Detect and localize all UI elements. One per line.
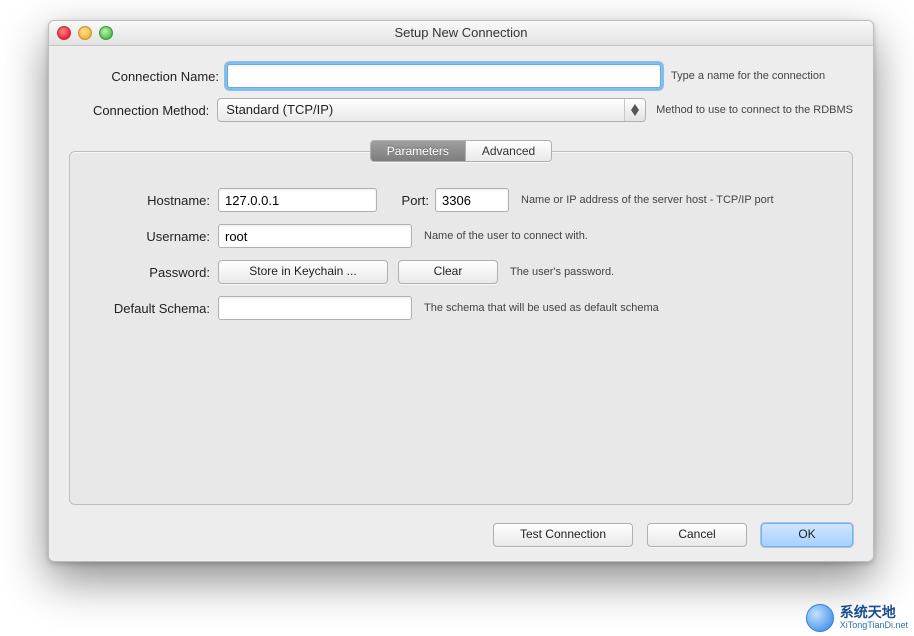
ok-button[interactable]: OK xyxy=(761,523,853,547)
cancel-button[interactable]: Cancel xyxy=(647,523,747,547)
connection-method-hint: Method to use to connect to the RDBMS xyxy=(646,104,853,116)
panel-body: Hostname: Port: Name or IP address of th… xyxy=(70,174,852,504)
traffic-lights xyxy=(57,26,113,40)
minimize-icon[interactable] xyxy=(78,26,92,40)
zoom-icon[interactable] xyxy=(99,26,113,40)
watermark: 系统天地 XiTongTianDi.net xyxy=(806,604,908,632)
store-in-keychain-button[interactable]: Store in Keychain ... xyxy=(218,260,388,284)
connection-name-hint: Type a name for the connection xyxy=(661,70,853,82)
default-schema-label: Default Schema: xyxy=(90,301,218,316)
top-form: Connection Name: Type a name for the con… xyxy=(49,46,873,140)
dialog-window: Setup New Connection Connection Name: Ty… xyxy=(48,20,874,562)
dialog-footer: Test Connection Cancel OK xyxy=(493,523,853,547)
updown-icon xyxy=(624,99,645,121)
hostname-hint: Name or IP address of the server host - … xyxy=(509,194,832,206)
tab-advanced[interactable]: Advanced xyxy=(465,141,551,161)
connection-name-input[interactable] xyxy=(227,64,661,88)
connection-method-select[interactable]: Standard (TCP/IP) xyxy=(217,98,646,122)
username-input[interactable] xyxy=(218,224,412,248)
default-schema-hint: The schema that will be used as default … xyxy=(412,302,832,314)
globe-icon xyxy=(806,604,834,632)
connection-method-value: Standard (TCP/IP) xyxy=(226,102,333,117)
connection-name-label: Connection Name: xyxy=(69,69,227,84)
password-label: Password: xyxy=(90,265,218,280)
username-label: Username: xyxy=(90,229,218,244)
username-hint: Name of the user to connect with. xyxy=(412,230,832,242)
titlebar: Setup New Connection xyxy=(49,21,873,46)
default-schema-input[interactable] xyxy=(218,296,412,320)
hostname-input[interactable] xyxy=(218,188,377,212)
port-input[interactable] xyxy=(435,188,509,212)
password-hint: The user's password. xyxy=(498,266,832,278)
port-label: Port: xyxy=(377,193,435,208)
parameters-panel: Parameters Advanced Hostname: Port: Name… xyxy=(69,151,853,505)
clear-password-button[interactable]: Clear xyxy=(398,260,498,284)
tab-parameters[interactable]: Parameters xyxy=(371,141,465,161)
watermark-url: XiTongTianDi.net xyxy=(840,621,908,631)
connection-method-label: Connection Method: xyxy=(69,103,217,118)
test-connection-button[interactable]: Test Connection xyxy=(493,523,633,547)
close-icon[interactable] xyxy=(57,26,71,40)
hostname-label: Hostname: xyxy=(90,193,218,208)
window-title: Setup New Connection xyxy=(395,25,528,40)
tabs: Parameters Advanced xyxy=(70,140,852,162)
watermark-title: 系统天地 xyxy=(840,605,908,620)
